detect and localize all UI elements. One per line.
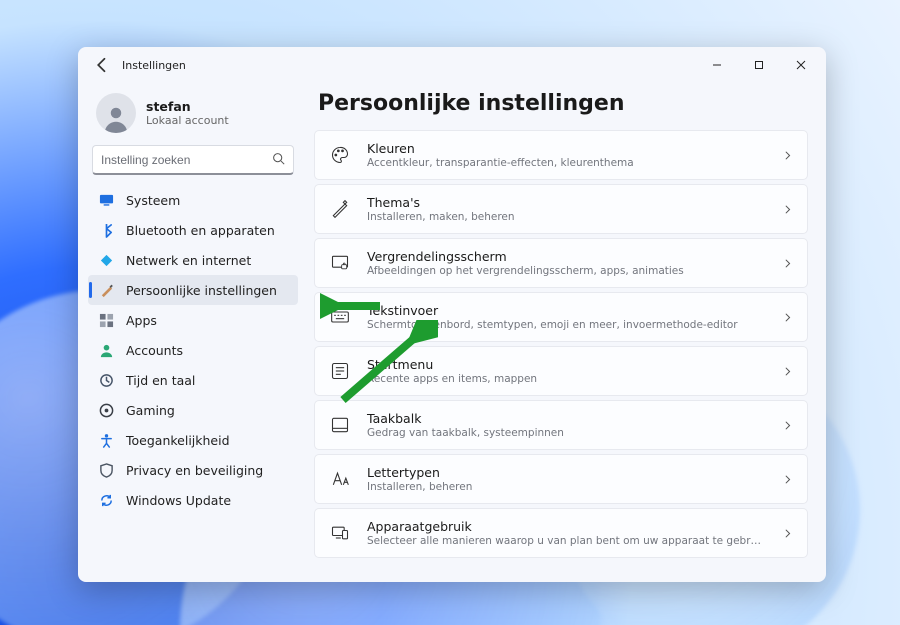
sidebar-item-update[interactable]: Windows Update (88, 485, 298, 515)
user-name: stefan (146, 99, 229, 114)
settings-window: Instellingen stefan Lokaal account (78, 47, 826, 582)
sidebar-item-label: Privacy en beveiliging (126, 463, 263, 478)
card-subtitle: Installeren, beheren (367, 481, 766, 493)
card-vergrendel[interactable]: Vergrendelingsscherm Afbeeldingen op het… (314, 238, 808, 288)
toegankelijk-icon (98, 432, 114, 448)
card-letter[interactable]: Lettertypen Installeren, beheren (314, 454, 808, 504)
sidebar: stefan Lokaal account Systeem Bluetooth … (78, 83, 308, 582)
card-start[interactable]: Startmenu Recente apps en items, mappen (314, 346, 808, 396)
chevron-right-icon (782, 308, 793, 327)
app-title: Instellingen (122, 59, 696, 72)
user-row[interactable]: stefan Lokaal account (88, 89, 298, 145)
apparaat-icon (329, 522, 351, 544)
kleuren-icon (329, 144, 351, 166)
card-taakbalk[interactable]: Taakbalk Gedrag van taakbalk, systeempin… (314, 400, 808, 450)
card-themas[interactable]: Thema's Installeren, maken, beheren (314, 184, 808, 234)
letter-icon (329, 468, 351, 490)
card-subtitle: Schermtoetsenbord, stemtypen, emoji en m… (367, 319, 766, 331)
avatar (96, 93, 136, 133)
main-content: Persoonlijke instellingen Kleuren Accent… (308, 83, 826, 582)
card-subtitle: Selecteer alle manieren waarop u van pla… (367, 535, 766, 547)
sidebar-item-label: Systeem (126, 193, 180, 208)
update-icon (98, 492, 114, 508)
card-title: Vergrendelingsscherm (367, 249, 766, 264)
card-title: Apparaatgebruik (367, 519, 766, 534)
card-tekst[interactable]: Tekstinvoer Schermtoetsenbord, stemtypen… (314, 292, 808, 342)
search-icon (272, 150, 285, 169)
sidebar-item-label: Gaming (126, 403, 175, 418)
card-subtitle: Accentkleur, transparantie-effecten, kle… (367, 157, 766, 169)
sidebar-item-label: Accounts (126, 343, 183, 358)
card-subtitle: Installeren, maken, beheren (367, 211, 766, 223)
netwerk-icon (98, 252, 114, 268)
card-subtitle: Afbeeldingen op het vergrendelingsscherm… (367, 265, 766, 277)
chevron-right-icon (782, 416, 793, 435)
sidebar-item-accounts[interactable]: Accounts (88, 335, 298, 365)
bluetooth-icon (98, 222, 114, 238)
card-title: Kleuren (367, 141, 766, 156)
sidebar-item-bluetooth[interactable]: Bluetooth en apparaten (88, 215, 298, 245)
apps-icon (98, 312, 114, 328)
close-button[interactable] (780, 50, 822, 80)
sidebar-item-systeem[interactable]: Systeem (88, 185, 298, 215)
sidebar-item-label: Tijd en taal (126, 373, 195, 388)
chevron-right-icon (782, 146, 793, 165)
tijd-icon (98, 372, 114, 388)
page-title: Persoonlijke instellingen (318, 91, 808, 116)
titlebar: Instellingen (78, 47, 826, 83)
start-icon (329, 360, 351, 382)
settings-cards: Kleuren Accentkleur, transparantie-effec… (314, 130, 808, 558)
card-title: Thema's (367, 195, 766, 210)
sidebar-item-tijd[interactable]: Tijd en taal (88, 365, 298, 395)
gaming-icon (98, 402, 114, 418)
systeem-icon (98, 192, 114, 208)
sidebar-item-label: Toegankelijkheid (126, 433, 230, 448)
sidebar-item-persoonlijk[interactable]: Persoonlijke instellingen (88, 275, 298, 305)
sidebar-item-label: Bluetooth en apparaten (126, 223, 275, 238)
chevron-right-icon (782, 200, 793, 219)
privacy-icon (98, 462, 114, 478)
vergrendel-icon (329, 252, 351, 274)
search-input[interactable] (101, 153, 272, 167)
sidebar-item-label: Persoonlijke instellingen (126, 283, 277, 298)
chevron-right-icon (782, 524, 793, 543)
nav-list: Systeem Bluetooth en apparaten Netwerk e… (88, 185, 298, 515)
card-title: Lettertypen (367, 465, 766, 480)
chevron-right-icon (782, 470, 793, 489)
persoonlijk-icon (98, 282, 114, 298)
card-title: Taakbalk (367, 411, 766, 426)
card-title: Startmenu (367, 357, 766, 372)
maximize-button[interactable] (738, 50, 780, 80)
sidebar-item-label: Windows Update (126, 493, 231, 508)
sidebar-item-toegankelijk[interactable]: Toegankelijkheid (88, 425, 298, 455)
minimize-button[interactable] (696, 50, 738, 80)
tekst-icon (329, 306, 351, 328)
card-apparaat[interactable]: Apparaatgebruik Selecteer alle manieren … (314, 508, 808, 558)
back-button[interactable] (92, 55, 112, 75)
chevron-right-icon (782, 254, 793, 273)
sidebar-item-privacy[interactable]: Privacy en beveiliging (88, 455, 298, 485)
search-box[interactable] (92, 145, 294, 175)
card-title: Tekstinvoer (367, 303, 766, 318)
accounts-icon (98, 342, 114, 358)
sidebar-item-label: Apps (126, 313, 157, 328)
sidebar-item-label: Netwerk en internet (126, 253, 251, 268)
themas-icon (329, 198, 351, 220)
sidebar-item-gaming[interactable]: Gaming (88, 395, 298, 425)
chevron-right-icon (782, 362, 793, 381)
card-kleuren[interactable]: Kleuren Accentkleur, transparantie-effec… (314, 130, 808, 180)
taakbalk-icon (329, 414, 351, 436)
card-subtitle: Recente apps en items, mappen (367, 373, 766, 385)
sidebar-item-apps[interactable]: Apps (88, 305, 298, 335)
user-subtitle: Lokaal account (146, 114, 229, 127)
sidebar-item-netwerk[interactable]: Netwerk en internet (88, 245, 298, 275)
card-subtitle: Gedrag van taakbalk, systeempinnen (367, 427, 766, 439)
